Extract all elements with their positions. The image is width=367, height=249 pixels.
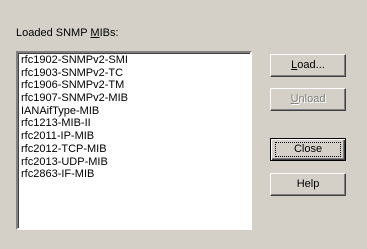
loaded-mibs-label: Loaded SNMP MIBs: xyxy=(16,27,119,39)
help-label: Help xyxy=(296,178,320,190)
list-item[interactable]: rfc1902-SNMPv2-SMI xyxy=(20,54,250,67)
load-label: oad... xyxy=(297,59,325,71)
list-item[interactable]: rfc2013-UDP-MIB xyxy=(20,156,250,169)
mib-listbox[interactable]: rfc1902-SNMPv2-SMI rfc1903-SNMPv2-TC rfc… xyxy=(16,51,252,230)
list-item[interactable]: rfc2011-IP-MIB xyxy=(20,130,250,143)
list-item[interactable]: rfc2012-TCP-MIB xyxy=(20,143,250,156)
list-item[interactable]: rfc2863-IF-MIB xyxy=(20,168,250,181)
list-item[interactable]: IANAifType-MIB xyxy=(20,105,250,118)
close-button[interactable]: Close xyxy=(270,138,346,161)
loaded-mibs-dialog: Loaded SNMP MIBs: rfc1902-SNMPv2-SMI rfc… xyxy=(0,0,367,249)
label-accelerator: M xyxy=(90,27,100,39)
list-item[interactable]: rfc1903-SNMPv2-TC xyxy=(20,67,250,80)
unload-label: nload xyxy=(298,93,326,105)
help-button[interactable]: Help xyxy=(270,173,346,196)
close-label: Close xyxy=(274,142,342,157)
label-text-prefix: Loaded SNMP xyxy=(16,27,91,39)
list-item[interactable]: rfc1907-SNMPv2-MIB xyxy=(20,92,250,105)
load-button[interactable]: Load... xyxy=(270,54,346,77)
unload-accelerator: U xyxy=(290,93,299,105)
unload-button[interactable]: Unload xyxy=(270,88,346,111)
label-text-suffix: IBs: xyxy=(99,27,119,39)
list-item[interactable]: rfc1906-SNMPv2-TM xyxy=(20,79,250,92)
list-item[interactable]: rfc1213-MIB-II xyxy=(20,117,250,130)
